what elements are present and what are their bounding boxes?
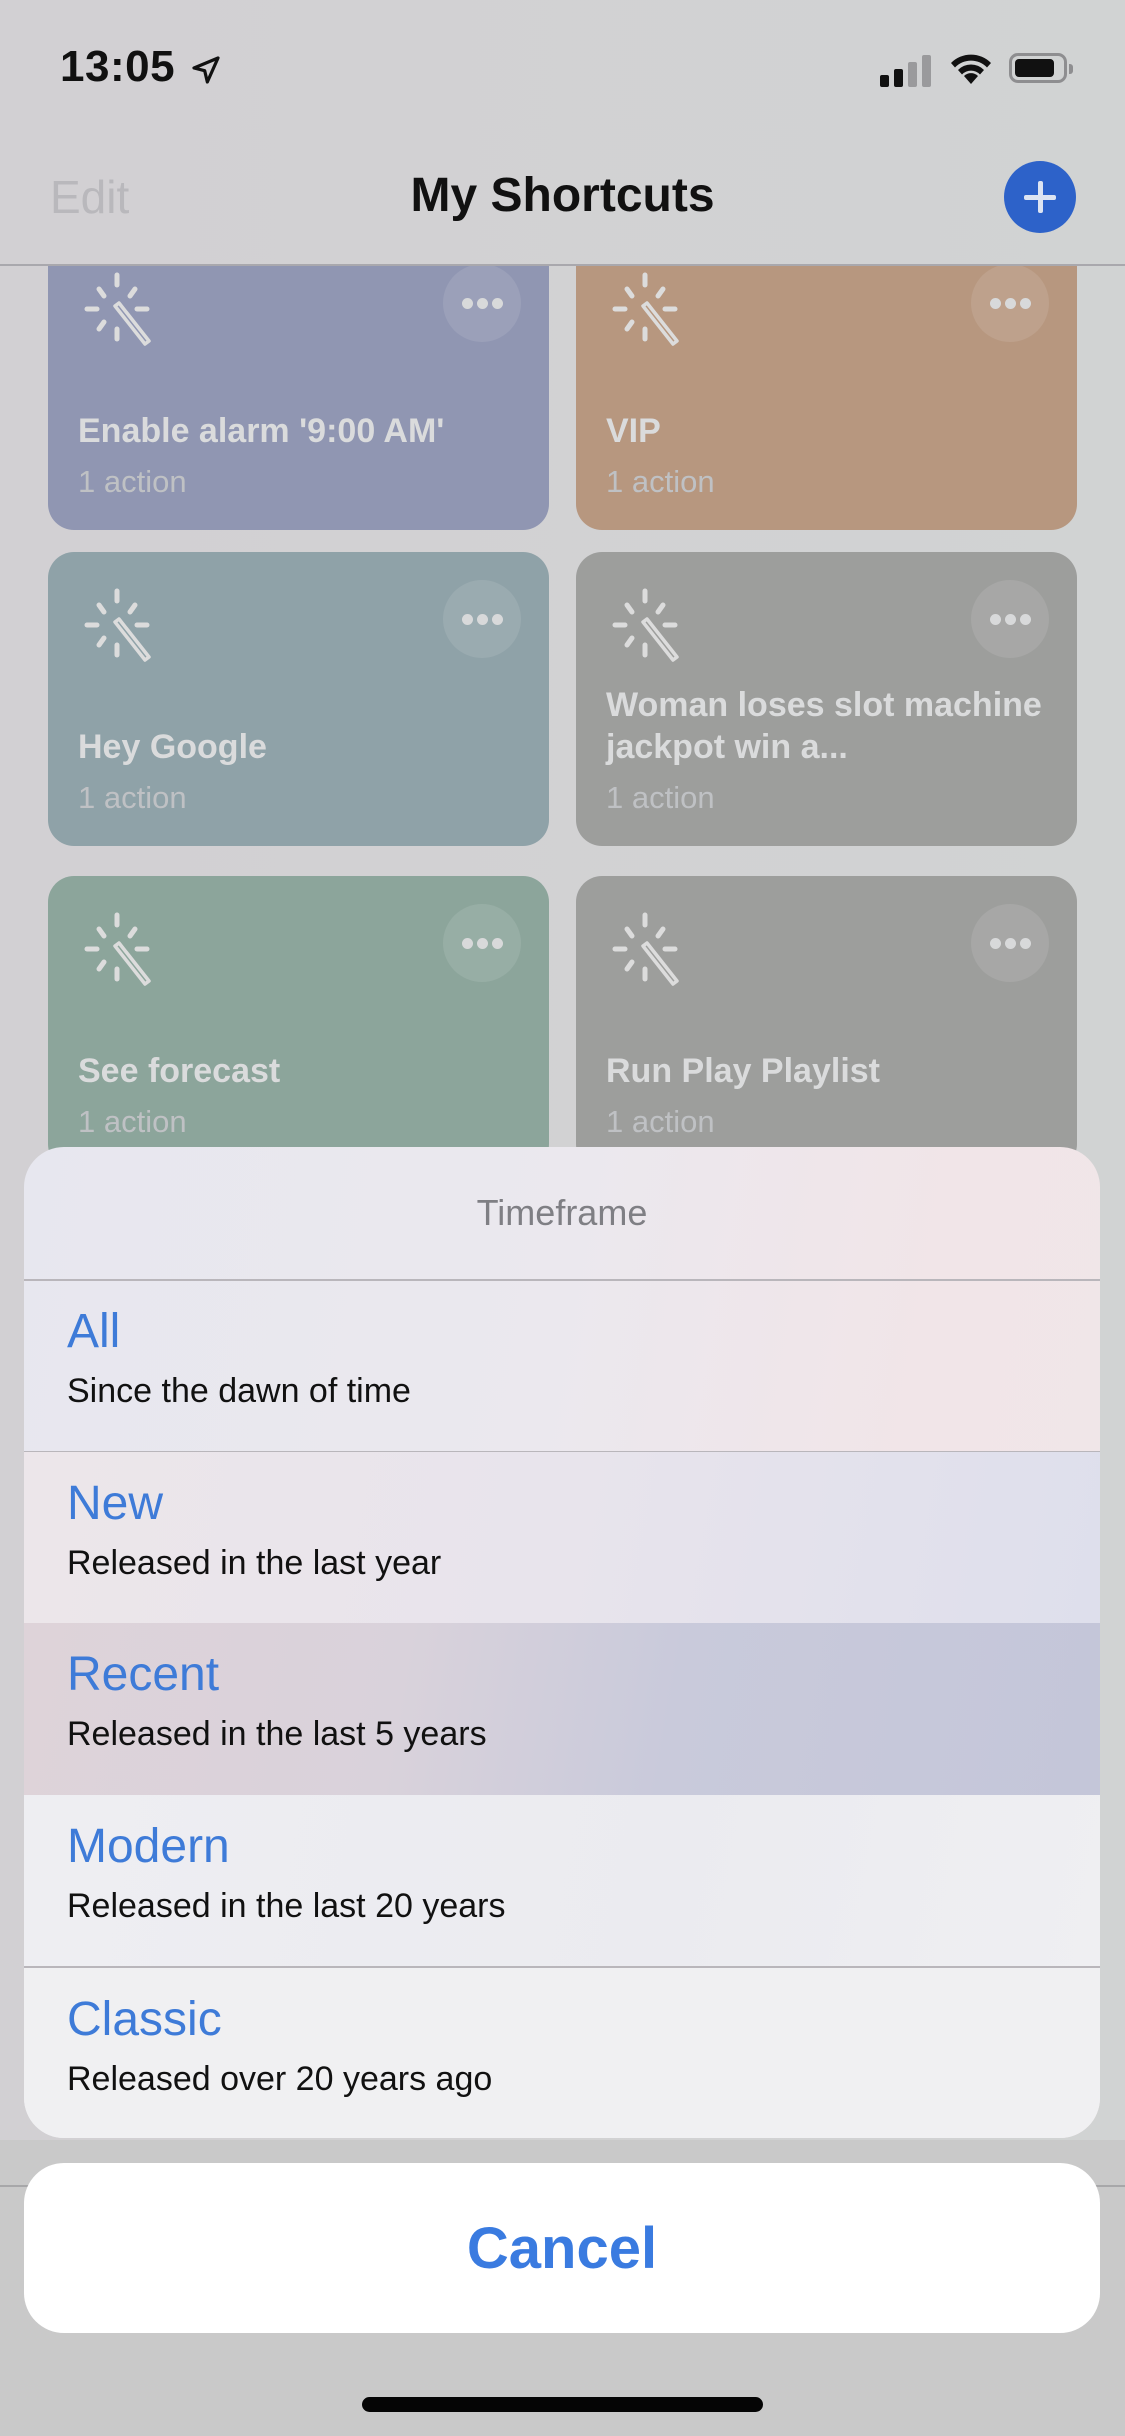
more-options-button[interactable] <box>971 904 1049 982</box>
option-description: Released in the last 5 years <box>67 1715 487 1753</box>
ellipsis-icon <box>1020 938 1031 949</box>
battery-icon <box>1009 53 1073 83</box>
add-shortcut-button[interactable] <box>1004 161 1076 233</box>
wifi-icon <box>951 54 991 84</box>
shortcut-card[interactable]: VIP 1 action <box>576 266 1077 530</box>
ellipsis-icon <box>477 614 488 625</box>
signal-bar <box>880 75 889 87</box>
ellipsis-icon <box>462 298 473 309</box>
more-options-button[interactable] <box>443 580 521 658</box>
ellipsis-icon <box>990 938 1001 949</box>
ellipsis-icon <box>1005 938 1016 949</box>
shortcut-action-count: 1 action <box>606 780 715 815</box>
cancel-button[interactable]: Cancel <box>24 2163 1100 2333</box>
ellipsis-icon <box>1020 614 1031 625</box>
ellipsis-icon <box>1005 298 1016 309</box>
action-sheet-title: Timeframe <box>476 1192 648 1233</box>
more-options-button[interactable] <box>971 580 1049 658</box>
nav-divider <box>0 264 1125 266</box>
option-description: Since the dawn of time <box>67 1372 411 1410</box>
signal-strength-icon <box>880 55 936 87</box>
ellipsis-icon <box>492 938 503 949</box>
battery-nub <box>1069 64 1073 74</box>
more-options-button[interactable] <box>443 266 521 342</box>
shortcut-action-count: 1 action <box>78 780 187 815</box>
ellipsis-icon <box>477 298 488 309</box>
shortcut-card[interactable]: Run Play Playlist 1 action <box>576 876 1077 1166</box>
battery-level <box>1015 59 1055 77</box>
home-indicator[interactable] <box>362 2397 763 2412</box>
action-sheet: Timeframe All Since the dawn of time New… <box>24 1147 1100 2138</box>
option-classic[interactable]: Classic Released over 20 years ago <box>24 1968 1100 2138</box>
ellipsis-icon <box>492 614 503 625</box>
option-description: Released over 20 years ago <box>67 2060 493 2098</box>
page-title: My Shortcuts <box>410 169 715 222</box>
shortcut-title: Woman loses slot machine jackpot win a..… <box>606 686 1042 766</box>
magic-wand-icon <box>612 588 679 662</box>
magic-wand-icon <box>84 588 151 662</box>
shortcut-card[interactable]: See forecast 1 action <box>48 876 549 1166</box>
shortcut-title: Enable alarm '9:00 AM' <box>78 412 445 450</box>
option-label: Recent <box>67 1648 220 1701</box>
screen: 13:05 Edit My Shortcuts Enable alarm '9:… <box>0 0 1125 2436</box>
shortcut-title: Hey Google <box>78 728 267 766</box>
option-label: Classic <box>67 1993 222 2046</box>
signal-bar <box>922 55 931 87</box>
ellipsis-icon <box>492 298 503 309</box>
magic-wand-icon <box>612 912 679 986</box>
ellipsis-icon <box>477 938 488 949</box>
ellipsis-icon <box>990 298 1001 309</box>
ellipsis-icon <box>462 614 473 625</box>
magic-wand-icon <box>84 912 151 986</box>
option-label: Modern <box>67 1820 230 1873</box>
option-label: All <box>67 1305 121 1358</box>
signal-bar <box>894 69 903 87</box>
option-recent[interactable]: Recent Released in the last 5 years <box>24 1623 1100 1795</box>
location-arrow-icon <box>192 56 220 84</box>
shortcuts-grid: Enable alarm '9:00 AM' 1 action VIP 1 ac… <box>0 266 1125 1166</box>
option-description: Released in the last year <box>67 1544 442 1582</box>
shortcut-action-count: 1 action <box>606 464 715 499</box>
more-options-button[interactable] <box>971 266 1049 342</box>
option-modern[interactable]: Modern Released in the last 20 years <box>24 1795 1100 1967</box>
shortcut-title: VIP <box>606 412 661 450</box>
option-label: New <box>67 1477 164 1530</box>
ellipsis-icon <box>462 938 473 949</box>
status-time: 13:05 <box>60 42 176 91</box>
magic-wand-icon <box>612 272 679 346</box>
ellipsis-icon <box>1020 298 1031 309</box>
more-options-button[interactable] <box>443 904 521 982</box>
ellipsis-icon <box>1005 614 1016 625</box>
option-description: Released in the last 20 years <box>67 1887 506 1925</box>
shortcut-card[interactable]: Enable alarm '9:00 AM' 1 action <box>48 266 549 530</box>
option-all[interactable]: All Since the dawn of time <box>24 1280 1100 1452</box>
shortcut-card[interactable]: Hey Google 1 action <box>48 552 549 846</box>
shortcut-action-count: 1 action <box>606 1104 715 1139</box>
shortcut-action-count: 1 action <box>78 1104 187 1139</box>
shortcut-card[interactable]: Woman loses slot machine jackpot win a..… <box>576 552 1077 846</box>
shortcut-action-count: 1 action <box>78 464 187 499</box>
signal-bar <box>908 62 917 87</box>
shortcut-title: Run Play Playlist <box>606 1052 880 1090</box>
option-new[interactable]: New Released in the last year <box>24 1452 1100 1623</box>
shortcut-title: See forecast <box>78 1052 281 1090</box>
magic-wand-icon <box>84 272 151 346</box>
ellipsis-icon <box>990 614 1001 625</box>
